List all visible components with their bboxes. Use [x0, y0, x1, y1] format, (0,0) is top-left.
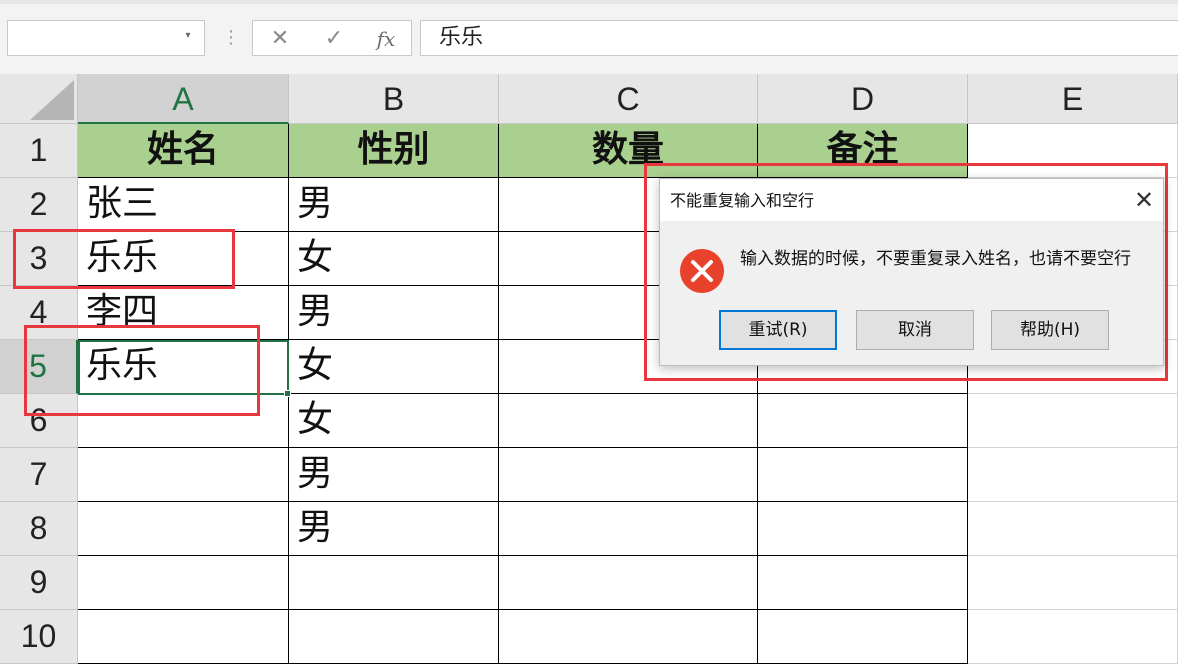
- column-header-c[interactable]: C: [499, 74, 758, 124]
- retry-button[interactable]: 重试(R): [719, 310, 837, 350]
- cell-d7[interactable]: [758, 448, 968, 502]
- row-header-7[interactable]: 7: [0, 448, 78, 502]
- formula-input[interactable]: 乐乐: [420, 20, 1178, 56]
- cell-b8[interactable]: 男: [289, 502, 499, 556]
- highlight-box-row3: [13, 229, 235, 289]
- cell-d6[interactable]: [758, 394, 968, 448]
- select-all-triangle-icon: [30, 80, 74, 120]
- cell-e10[interactable]: [968, 610, 1178, 664]
- row-header-1[interactable]: 1: [0, 124, 78, 178]
- cell-a10[interactable]: [78, 610, 289, 664]
- column-header-d[interactable]: D: [758, 74, 968, 124]
- cell-b2[interactable]: 男: [289, 178, 499, 232]
- fx-icon[interactable]: fx: [371, 25, 401, 53]
- cell-b5[interactable]: 女: [289, 340, 499, 394]
- cell-e9[interactable]: [968, 556, 1178, 610]
- highlight-box-row5: [24, 325, 260, 416]
- cell-d8[interactable]: [758, 502, 968, 556]
- help-button[interactable]: 帮助(H): [991, 310, 1109, 350]
- cell-c9[interactable]: [499, 556, 758, 610]
- column-header-a[interactable]: A: [78, 74, 289, 124]
- cell-e6[interactable]: [968, 394, 1178, 448]
- cell-b3[interactable]: 女: [289, 232, 499, 286]
- cell-a7[interactable]: [78, 448, 289, 502]
- header-cell-gender[interactable]: 性别: [289, 124, 499, 178]
- close-icon[interactable]: ✕: [1128, 184, 1160, 216]
- cell-d10[interactable]: [758, 610, 968, 664]
- row-header-2[interactable]: 2: [0, 178, 78, 232]
- cancel-button[interactable]: 取消: [856, 310, 974, 350]
- ribbon-edge: [0, 0, 1178, 4]
- formula-buttons: ✕ ✓ fx: [252, 20, 412, 56]
- cell-b7[interactable]: 男: [289, 448, 499, 502]
- cell-b9[interactable]: [289, 556, 499, 610]
- row-header-8[interactable]: 8: [0, 502, 78, 556]
- cell-b6[interactable]: 女: [289, 394, 499, 448]
- cell-c8[interactable]: [499, 502, 758, 556]
- cell-c10[interactable]: [499, 610, 758, 664]
- column-header-e[interactable]: E: [968, 74, 1178, 124]
- cell-a9[interactable]: [78, 556, 289, 610]
- chevron-down-icon[interactable]: ▾: [182, 28, 194, 44]
- error-icon: [680, 249, 724, 293]
- fill-handle[interactable]: [284, 390, 291, 397]
- cell-b4[interactable]: 男: [289, 286, 499, 340]
- row-header-10[interactable]: 10: [0, 610, 78, 664]
- row-header-9[interactable]: 9: [0, 556, 78, 610]
- header-cell-name[interactable]: 姓名: [78, 124, 289, 178]
- name-box[interactable]: [7, 20, 205, 56]
- cell-b10[interactable]: [289, 610, 499, 664]
- cell-d9[interactable]: [758, 556, 968, 610]
- cell-a8[interactable]: [78, 502, 289, 556]
- cancel-x-icon[interactable]: ✕: [265, 25, 295, 53]
- cell-c6[interactable]: [499, 394, 758, 448]
- cell-e8[interactable]: [968, 502, 1178, 556]
- column-header-b[interactable]: B: [289, 74, 499, 124]
- checkmark-icon[interactable]: ✓: [319, 25, 349, 53]
- dialog-message: 输入数据的时候，不要重复录入姓名，也请不要空行: [740, 249, 1131, 269]
- cell-a2[interactable]: 张三: [78, 178, 289, 232]
- dialog-title: 不能重复输入和空行: [670, 191, 815, 210]
- cell-e7[interactable]: [968, 448, 1178, 502]
- grip-dots-icon[interactable]: ⋮: [222, 24, 240, 52]
- cell-c7[interactable]: [499, 448, 758, 502]
